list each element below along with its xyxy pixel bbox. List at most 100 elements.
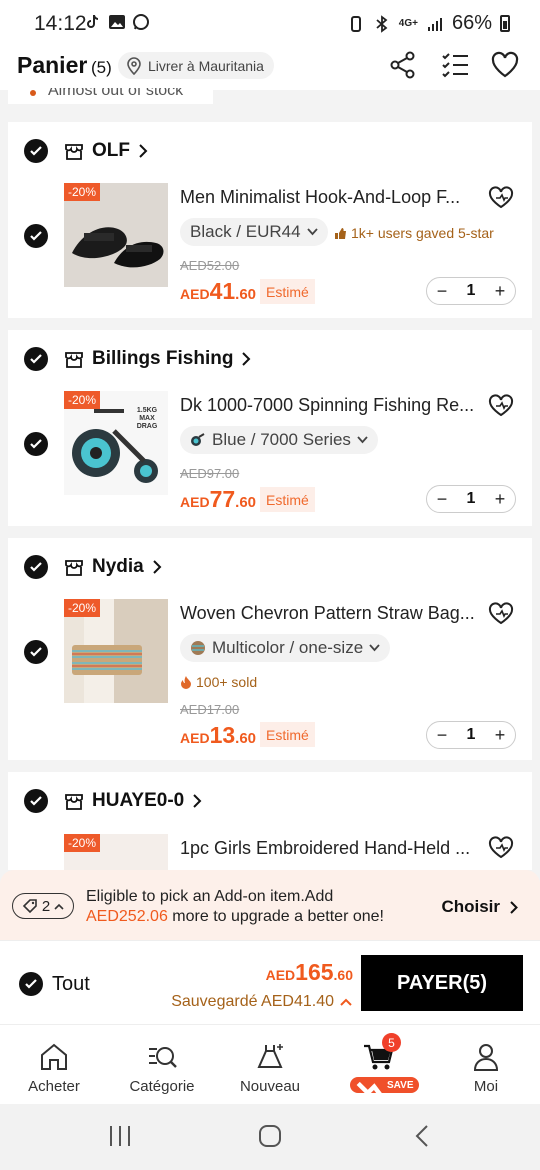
original-price: AED97.00: [180, 466, 240, 481]
whatsapp-icon: [133, 14, 149, 30]
cart-count: (5): [91, 58, 112, 77]
cart-header: Panier (5) Livrer à Mauritania: [0, 46, 540, 90]
wishlist-icon[interactable]: [488, 186, 514, 210]
store-name: HUAYE0-0: [92, 790, 185, 811]
tab-nouveau[interactable]: Nouveau: [216, 1025, 324, 1105]
estimate-tag[interactable]: Estimé: [260, 722, 315, 747]
save-pill: SAVE: [350, 1077, 419, 1101]
quantity-value[interactable]: 1: [467, 490, 476, 508]
discount-badge: -20%: [64, 599, 101, 617]
tiktok-icon: [87, 14, 99, 28]
total-currency: AED: [265, 967, 296, 983]
addon-message: Eligible to pick an Add-on item.Add AED2…: [86, 887, 384, 927]
status-bar: 14:12 4G+ 66%: [0, 0, 540, 46]
network-label: 4G+: [398, 18, 418, 29]
product-title[interactable]: 1pc Girls Embroidered Hand-Held ...: [180, 838, 480, 859]
store-icon: [65, 352, 83, 368]
select-all-label[interactable]: Tout: [52, 973, 90, 996]
savings-toggle[interactable]: Sauvegardé AED41.40: [171, 993, 352, 1011]
person-icon: [473, 1044, 499, 1071]
store-card-billings-fishing: Billings Fishing 1.5KG MAX DRAG -20% Dk …: [8, 330, 532, 526]
save-label: SAVE: [387, 1079, 414, 1091]
recents-icon[interactable]: [108, 1124, 132, 1148]
variant-label: Multicolor / one-size: [212, 638, 364, 657]
store-header[interactable]: Billings Fishing: [24, 346, 251, 372]
store-checkbox[interactable]: [24, 139, 48, 163]
coupon-toggle[interactable]: 2: [12, 893, 74, 919]
wishlist-icon[interactable]: [488, 836, 514, 860]
store-checkbox[interactable]: [24, 347, 48, 371]
tab-cart[interactable]: 5 SAVE: [324, 1025, 432, 1105]
drag-label: 1.5KG MAX DRAG: [136, 407, 158, 430]
tab-categorie[interactable]: Catégorie: [108, 1025, 216, 1105]
cart-list[interactable]: OLF -20% Men Minimalist Hook-And-Loop F.…: [0, 104, 540, 870]
fire-icon: [181, 676, 191, 689]
decrease-button[interactable]: −: [433, 281, 451, 302]
item-checkbox[interactable]: [24, 432, 48, 456]
wishlist-icon[interactable]: [488, 394, 514, 418]
addon-banner[interactable]: 2 Eligible to pick an Add-on item.Add AE…: [0, 870, 540, 940]
discount-badge: -20%: [64, 391, 101, 409]
pay-button[interactable]: PAYER(5): [361, 955, 523, 1011]
original-price: AED17.00: [180, 702, 240, 717]
store-checkbox[interactable]: [24, 555, 48, 579]
increase-button[interactable]: +: [491, 281, 509, 302]
savings-text: Sauvegardé AED41.40: [171, 993, 334, 1010]
store-header[interactable]: Nydia: [24, 554, 162, 580]
estimate-tag[interactable]: Estimé: [260, 487, 315, 512]
vibrate-icon: [350, 15, 361, 32]
price-currency: AED: [180, 730, 210, 746]
page-title: Panier: [17, 52, 88, 78]
product-image[interactable]: -20%: [64, 834, 168, 870]
heart-icon[interactable]: [490, 50, 520, 80]
store-header[interactable]: HUAYE0-0: [24, 788, 202, 814]
product-title[interactable]: Men Minimalist Hook-And-Loop F...: [180, 187, 480, 208]
total-decimal: .60: [333, 967, 353, 983]
location-pin-icon: [127, 56, 141, 75]
home-icon: [41, 1043, 67, 1070]
home-button-icon[interactable]: [258, 1124, 282, 1148]
product-image[interactable]: 1.5KG MAX DRAG -20%: [64, 391, 168, 495]
product-image[interactable]: -20%: [64, 599, 168, 703]
variant-selector[interactable]: Black / EUR44: [180, 218, 328, 246]
decrease-button[interactable]: −: [433, 725, 451, 746]
share-icon[interactable]: [388, 50, 418, 80]
product-image[interactable]: -20%: [64, 183, 168, 287]
increase-button[interactable]: +: [491, 725, 509, 746]
store-card-olf: OLF -20% Men Minimalist Hook-And-Loop F.…: [8, 122, 532, 318]
tab-label: Nouveau: [239, 1078, 301, 1095]
chevron-right-icon: [510, 900, 518, 914]
estimate-tag[interactable]: Estimé: [260, 279, 315, 304]
decrease-button[interactable]: −: [433, 489, 451, 510]
product-title[interactable]: Dk 1000-7000 Spinning Fishing Re...: [180, 395, 480, 416]
item-checkbox[interactable]: [24, 224, 48, 248]
price-integer: 77: [209, 486, 236, 512]
item-checkbox[interactable]: [24, 640, 48, 664]
delivery-location[interactable]: Livrer à Mauritania: [118, 52, 274, 79]
sales-count-text: 100+ sold: [196, 674, 258, 690]
coupon-tag-icon: [22, 899, 37, 914]
tab-acheter[interactable]: Acheter: [0, 1025, 108, 1105]
store-checkbox[interactable]: [24, 789, 48, 813]
bottom-tab-bar: Acheter Catégorie Nouveau 5 SAVE Moi: [0, 1024, 540, 1104]
variant-label: Blue / 7000 Series: [212, 430, 351, 449]
back-icon[interactable]: [412, 1124, 432, 1148]
total-price: AED165.60: [266, 959, 353, 986]
variant-selector[interactable]: Multicolor / one-size: [180, 634, 391, 662]
quantity-value[interactable]: 1: [467, 726, 476, 744]
store-header[interactable]: OLF: [24, 138, 148, 164]
select-all-checkbox[interactable]: [19, 972, 43, 996]
wishlist-icon[interactable]: [488, 602, 514, 626]
variant-selector[interactable]: Blue / 7000 Series: [180, 426, 378, 454]
store-card-huaye: HUAYE0-0 -20% 1pc Girls Embroidered Hand…: [8, 772, 532, 870]
list-check-icon[interactable]: [440, 50, 470, 80]
choose-addon-button[interactable]: Choisir: [441, 897, 518, 917]
product-title[interactable]: Woven Chevron Pattern Straw Bag...: [180, 603, 480, 624]
total-integer: 165: [295, 959, 334, 985]
quantity-stepper: − 1 +: [426, 721, 516, 749]
chevron-down-icon: [306, 228, 318, 236]
chevron-up-icon: [54, 903, 64, 910]
increase-button[interactable]: +: [491, 489, 509, 510]
tab-moi[interactable]: Moi: [432, 1025, 540, 1105]
quantity-value[interactable]: 1: [467, 282, 476, 300]
